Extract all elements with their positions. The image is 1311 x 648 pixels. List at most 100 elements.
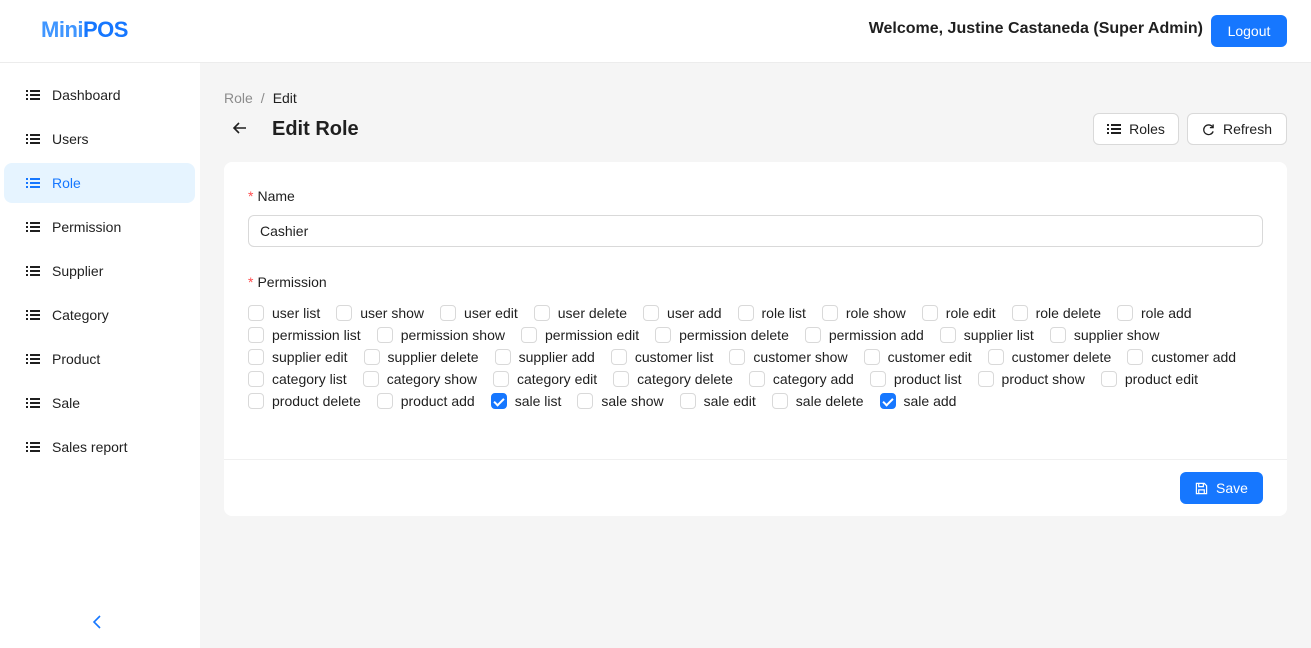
logout-button[interactable]: Logout: [1211, 15, 1287, 47]
permission-customer-list[interactable]: customer list: [610, 349, 713, 365]
sidebar-item-category[interactable]: Category: [4, 295, 195, 335]
sidebar-item-role[interactable]: Role: [4, 163, 195, 203]
refresh-button[interactable]: Refresh: [1187, 113, 1287, 145]
sidebar-item-permission[interactable]: Permission: [4, 207, 195, 247]
permission-checkbox[interactable]: [1117, 305, 1133, 321]
permission-product-edit[interactable]: product edit: [1100, 371, 1198, 387]
permission-user-list[interactable]: user list: [248, 305, 320, 321]
name-input[interactable]: [248, 215, 1263, 247]
permission-checkbox[interactable]: [821, 305, 838, 321]
permission-checkbox[interactable]: [977, 371, 994, 387]
permission-checkbox[interactable]: [520, 327, 537, 343]
permission-checkbox[interactable]: [1011, 305, 1028, 321]
permission-sale-edit[interactable]: sale edit: [679, 393, 756, 409]
permission-checkbox[interactable]: [362, 371, 379, 387]
permission-checkbox[interactable]: [440, 305, 457, 321]
permission-checkbox[interactable]: [610, 349, 627, 365]
permission-permission-add[interactable]: permission add: [804, 327, 924, 343]
permission-customer-edit[interactable]: customer edit: [863, 349, 972, 365]
permission-checkbox[interactable]: [1100, 371, 1117, 387]
sidebar-item-sales-report[interactable]: Sales report: [4, 427, 195, 467]
permission-checkbox[interactable]: [248, 327, 264, 343]
app-logo[interactable]: MiniPOS: [41, 17, 128, 43]
sidebar-item-supplier[interactable]: Supplier: [4, 251, 195, 291]
permission-role-show[interactable]: role show: [821, 305, 906, 321]
permission-checkbox[interactable]: [248, 371, 264, 387]
permission-checkbox[interactable]: [577, 393, 594, 409]
permission-supplier-edit[interactable]: supplier edit: [248, 349, 348, 365]
permission-checkbox[interactable]: [613, 371, 630, 387]
permission-permission-show[interactable]: permission show: [376, 327, 505, 343]
permission-role-edit[interactable]: role edit: [921, 305, 996, 321]
permission-checkbox[interactable]: [490, 393, 507, 409]
sidebar-item-dashboard[interactable]: Dashboard: [4, 75, 195, 115]
sidebar-item-product[interactable]: Product: [4, 339, 195, 379]
permission-checkbox[interactable]: [804, 327, 821, 343]
permission-role-add[interactable]: role add: [1117, 305, 1192, 321]
permission-checkbox[interactable]: [737, 305, 754, 321]
permission-checkbox[interactable]: [869, 371, 886, 387]
permission-permission-delete[interactable]: permission delete: [655, 327, 789, 343]
permission-checkbox[interactable]: [643, 305, 660, 321]
permission-supplier-delete[interactable]: supplier delete: [363, 349, 479, 365]
permission-user-show[interactable]: user show: [336, 305, 424, 321]
permission-product-delete[interactable]: product delete: [248, 393, 361, 409]
permission-label: customer edit: [887, 349, 972, 365]
permission-checkbox[interactable]: [248, 393, 264, 409]
permission-category-add[interactable]: category add: [748, 371, 854, 387]
permission-checkbox[interactable]: [939, 327, 956, 343]
permission-supplier-add[interactable]: supplier add: [494, 349, 595, 365]
permission-category-show[interactable]: category show: [362, 371, 477, 387]
back-arrow-icon[interactable]: [230, 118, 250, 138]
permission-category-edit[interactable]: category edit: [492, 371, 597, 387]
permission-checkbox[interactable]: [363, 349, 380, 365]
permission-product-list[interactable]: product list: [869, 371, 962, 387]
permission-product-show[interactable]: product show: [977, 371, 1085, 387]
permission-checkbox[interactable]: [533, 305, 550, 321]
permission-checkbox[interactable]: [494, 349, 511, 365]
permission-user-add[interactable]: user add: [643, 305, 722, 321]
permission-sale-delete[interactable]: sale delete: [771, 393, 864, 409]
permission-permission-list[interactable]: permission list: [248, 327, 361, 343]
permission-checkbox[interactable]: [376, 327, 393, 343]
permission-checkbox[interactable]: [879, 393, 896, 409]
permission-checkbox[interactable]: [492, 371, 509, 387]
roles-button[interactable]: Roles: [1093, 113, 1179, 145]
logo-text-pos: POS: [83, 17, 128, 42]
permission-supplier-show[interactable]: supplier show: [1049, 327, 1159, 343]
permission-sale-add[interactable]: sale add: [879, 393, 956, 409]
permission-category-delete[interactable]: category delete: [613, 371, 733, 387]
sidebar-item-sale[interactable]: Sale: [4, 383, 195, 423]
permission-customer-add[interactable]: customer add: [1127, 349, 1236, 365]
permission-checkbox[interactable]: [987, 349, 1004, 365]
save-button[interactable]: Save: [1180, 472, 1263, 504]
permission-permission-edit[interactable]: permission edit: [520, 327, 639, 343]
permission-supplier-list[interactable]: supplier list: [939, 327, 1034, 343]
permission-sale-list[interactable]: sale list: [490, 393, 561, 409]
collapse-sidebar-icon[interactable]: [92, 613, 102, 634]
permission-checkbox[interactable]: [921, 305, 938, 321]
permission-sale-show[interactable]: sale show: [577, 393, 664, 409]
permission-checkbox[interactable]: [1127, 349, 1144, 365]
permission-role-list[interactable]: role list: [737, 305, 806, 321]
permission-checkbox[interactable]: [863, 349, 880, 365]
permission-customer-delete[interactable]: customer delete: [987, 349, 1111, 365]
permission-checkbox[interactable]: [655, 327, 672, 343]
permission-product-add[interactable]: product add: [376, 393, 475, 409]
permission-user-delete[interactable]: user delete: [533, 305, 627, 321]
breadcrumb-role[interactable]: Role: [224, 90, 253, 106]
permission-checkbox[interactable]: [729, 349, 746, 365]
permission-checkbox[interactable]: [248, 305, 264, 321]
permission-category-list[interactable]: category list: [248, 371, 347, 387]
permission-checkbox[interactable]: [376, 393, 393, 409]
permission-checkbox[interactable]: [771, 393, 788, 409]
sidebar-item-users[interactable]: Users: [4, 119, 195, 159]
permission-checkbox[interactable]: [1049, 327, 1066, 343]
permission-checkbox[interactable]: [336, 305, 353, 321]
permission-role-delete[interactable]: role delete: [1011, 305, 1101, 321]
permission-checkbox[interactable]: [248, 349, 264, 365]
permission-user-edit[interactable]: user edit: [440, 305, 518, 321]
permission-checkbox[interactable]: [679, 393, 696, 409]
permission-customer-show[interactable]: customer show: [729, 349, 848, 365]
permission-checkbox[interactable]: [748, 371, 765, 387]
